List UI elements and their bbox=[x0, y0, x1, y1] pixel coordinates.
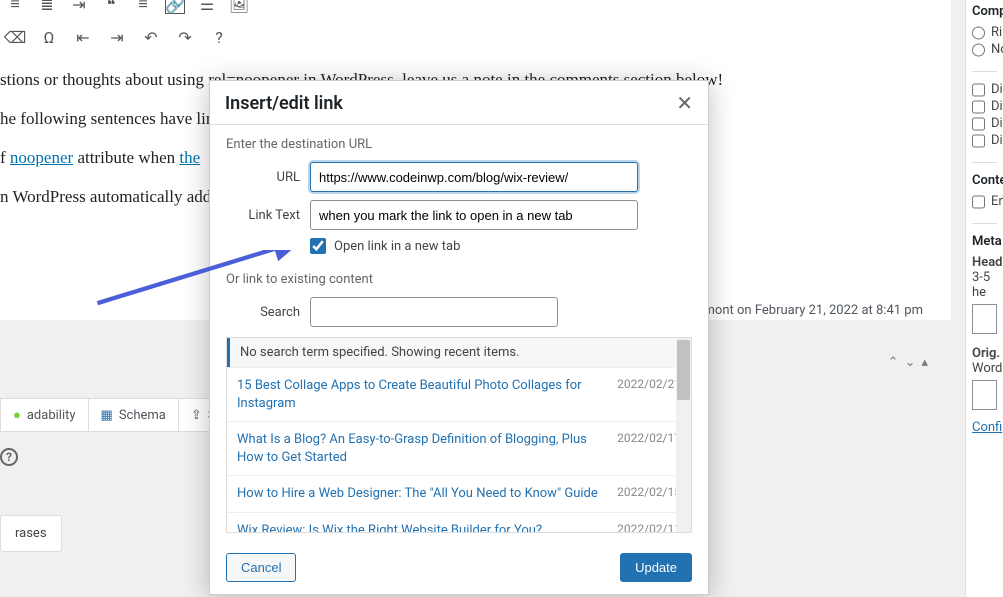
link-icon[interactable]: 🔗 bbox=[165, 0, 185, 14]
close-icon[interactable]: ✕ bbox=[676, 91, 693, 116]
collapse-icon[interactable]: ▴ bbox=[921, 355, 928, 370]
more-icon[interactable]: ☰ bbox=[197, 0, 217, 14]
result-item[interactable]: What Is a Blog? An Easy-to-Grasp Definit… bbox=[227, 421, 691, 475]
clear-icon[interactable]: ⌫ bbox=[5, 27, 25, 47]
link-modal: Insert/edit link ✕ Enter the destination… bbox=[209, 80, 709, 595]
list-icon[interactable]: ≡ bbox=[5, 0, 25, 14]
results-notice: No search term specified. Showing recent… bbox=[227, 338, 691, 367]
scrollbar-thumb[interactable] bbox=[677, 340, 690, 400]
last-edited-meta: mont on February 21, 2022 at 8:41 pm bbox=[704, 303, 923, 318]
search-input[interactable] bbox=[310, 297, 558, 327]
sidebar-value: Word bbox=[972, 361, 997, 376]
indent2-icon[interactable]: ⇥ bbox=[107, 27, 127, 47]
sidebar-input[interactable] bbox=[972, 304, 997, 334]
panel-toggle-icons: ⌃ ⌄ ▴ bbox=[888, 355, 928, 370]
result-item[interactable]: Wix Review: Is Wix the Right Website Bui… bbox=[227, 512, 691, 533]
numbered-list-icon[interactable]: ≣ bbox=[37, 0, 57, 14]
radio-option[interactable] bbox=[972, 26, 985, 40]
omega-icon[interactable]: Ω bbox=[39, 27, 59, 47]
search-results: No search term specified. Showing recent… bbox=[226, 337, 692, 533]
keyphrase-box[interactable]: rases bbox=[0, 515, 62, 552]
align-icon[interactable]: ≡ bbox=[133, 0, 153, 14]
checkbox-option[interactable] bbox=[972, 195, 985, 209]
new-tab-label: Open link in a new tab bbox=[334, 239, 460, 254]
toolbar-row-1: ≡ ≣ ⇥ ❝ ≡ 🔗 ☰ 🖼 bbox=[0, 0, 951, 16]
tab-schema[interactable]: ▦Schema bbox=[89, 399, 179, 431]
scrollbar[interactable] bbox=[676, 338, 691, 532]
indent-icon[interactable]: ⇥ bbox=[69, 0, 89, 14]
sidebar-heading: Meta bbox=[972, 234, 997, 249]
sidebar-label: Orig. bbox=[972, 346, 997, 361]
sidebar-input[interactable] bbox=[972, 380, 997, 410]
cancel-button[interactable]: Cancel bbox=[226, 553, 296, 582]
quote-icon[interactable]: ❝ bbox=[101, 0, 121, 14]
content-link[interactable]: the bbox=[179, 148, 200, 167]
image-icon[interactable]: 🖼 bbox=[229, 0, 249, 14]
search-label: Search bbox=[226, 305, 310, 320]
chevron-down-icon[interactable]: ⌄ bbox=[905, 355, 916, 370]
result-item[interactable]: How to Hire a Web Designer: The "All You… bbox=[227, 475, 691, 512]
sidebar-heading: Conte bbox=[972, 173, 997, 188]
redo-icon[interactable]: ↷ bbox=[175, 27, 195, 47]
help-icon[interactable]: ? bbox=[209, 27, 229, 47]
modal-footer: Cancel Update bbox=[210, 541, 708, 594]
seo-tabs: ●adability ▦Schema ⇪Soc bbox=[0, 398, 244, 432]
checkbox-option[interactable] bbox=[972, 100, 985, 114]
modal-title: Insert/edit link bbox=[225, 93, 343, 114]
sidebar-label: Head bbox=[972, 255, 997, 270]
checkbox-option[interactable] bbox=[972, 117, 985, 131]
checkbox-option[interactable] bbox=[972, 134, 985, 148]
toolbar-row-2: ⌫ Ω ⇤ ⇥ ↶ ↷ ? bbox=[0, 22, 951, 52]
config-link[interactable]: Confi bbox=[972, 420, 997, 435]
outdent-icon[interactable]: ⇤ bbox=[73, 27, 93, 47]
existing-content-label: Or link to existing content bbox=[226, 272, 692, 287]
checkbox-option[interactable] bbox=[972, 83, 985, 97]
undo-icon[interactable]: ↶ bbox=[141, 27, 161, 47]
sidebar-heading: Comp bbox=[972, 4, 997, 19]
chevron-up-icon[interactable]: ⌃ bbox=[888, 355, 899, 370]
url-label: URL bbox=[226, 170, 310, 185]
tab-readability[interactable]: ●adability bbox=[1, 399, 89, 431]
link-text-label: Link Text bbox=[226, 208, 310, 223]
result-item[interactable]: 15 Best Collage Apps to Create Beautiful… bbox=[227, 367, 691, 421]
content-link[interactable]: noopener bbox=[10, 148, 73, 167]
sidebar: Comp Ri No Dis Dis Dis Dis Conte En Meta… bbox=[965, 0, 1003, 597]
help-icon[interactable]: ? bbox=[0, 448, 18, 466]
sidebar-value: 3-5 he bbox=[972, 270, 997, 300]
url-input[interactable] bbox=[310, 162, 638, 192]
update-button[interactable]: Update bbox=[620, 553, 692, 582]
modal-header: Insert/edit link ✕ bbox=[210, 81, 708, 125]
helper-text: Enter the destination URL bbox=[226, 137, 692, 152]
link-text-input[interactable] bbox=[310, 200, 638, 230]
radio-option[interactable] bbox=[972, 43, 985, 57]
new-tab-checkbox[interactable] bbox=[310, 238, 326, 254]
